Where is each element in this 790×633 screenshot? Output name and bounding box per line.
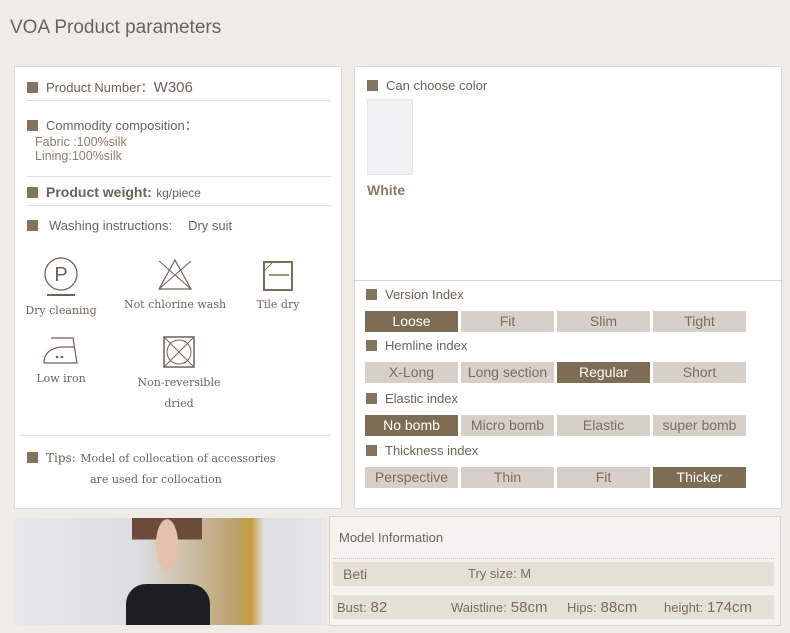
page-title: VOA Product parameters xyxy=(10,17,222,38)
index-option[interactable]: Micro bomb xyxy=(461,415,554,436)
care-item: Tile dry xyxy=(241,259,315,311)
bullet-icon xyxy=(366,445,377,456)
index-option[interactable]: X-Long xyxy=(365,362,458,383)
tile-dry-icon xyxy=(263,261,293,291)
no-chlorine-icon xyxy=(157,258,193,290)
care-item: Not chlorine wash xyxy=(115,257,235,311)
index-label: Thickness index xyxy=(366,443,478,458)
bullet-icon xyxy=(27,120,38,131)
model-measurements-row: Bust: 82 Waistline: 58cm Hips: 88cm heig… xyxy=(333,595,774,619)
bullet-icon xyxy=(366,393,377,404)
tips: Tips: Model of collocation of accessorie… xyxy=(27,449,276,486)
index-option[interactable]: Loose xyxy=(365,311,458,332)
index-label: Hemline index xyxy=(366,338,467,353)
dry-clean-p-icon: P xyxy=(44,257,78,296)
model-info-panel: Model Information Beti Try size: M Bust:… xyxy=(329,516,781,626)
index-label: Version Index xyxy=(366,287,464,302)
bullet-icon xyxy=(366,340,377,351)
index-option[interactable]: No bomb xyxy=(365,415,458,436)
index-option[interactable]: Fit xyxy=(461,311,554,332)
bullet-icon xyxy=(27,82,38,93)
bullet-icon xyxy=(27,187,38,198)
index-option[interactable]: Fit xyxy=(557,467,650,488)
care-item: P Dry cleaning xyxy=(17,257,105,317)
index-option[interactable]: Tight xyxy=(653,311,746,332)
no-tumble-dry-icon xyxy=(163,336,195,368)
index-option[interactable]: Elastic xyxy=(557,415,650,436)
parameters-panel: Product Number：W306 Commodity compositio… xyxy=(14,66,342,509)
weight-row: Product weight: kg/piece xyxy=(27,177,331,206)
washing-row: Washing instructions: Dry suit xyxy=(27,217,232,235)
bullet-icon xyxy=(27,452,38,463)
model-dress xyxy=(126,584,210,625)
divider xyxy=(20,435,331,436)
index-label: Elastic index xyxy=(366,391,458,406)
index-option[interactable]: Short xyxy=(653,362,746,383)
index-option[interactable]: Regular xyxy=(557,362,650,383)
composition-row: Commodity composition： Fabric :100%silk … xyxy=(27,101,331,177)
care-item: Low iron xyxy=(17,335,105,385)
index-option[interactable]: Thicker xyxy=(653,467,746,488)
bullet-icon xyxy=(27,220,38,231)
divider xyxy=(333,558,774,559)
index-option[interactable]: Slim xyxy=(557,311,650,332)
bullet-icon xyxy=(366,289,377,300)
divider xyxy=(355,280,781,281)
model-size-row: Beti Try size: M xyxy=(333,562,774,586)
svg-text:P: P xyxy=(54,264,67,286)
low-iron-icon xyxy=(43,337,78,364)
model-photo xyxy=(14,518,326,625)
index-option[interactable]: super bomb xyxy=(653,415,746,436)
index-option[interactable]: Long section xyxy=(461,362,554,383)
index-option[interactable]: Perspective xyxy=(365,467,458,488)
product-number-row: Product Number：W306 xyxy=(27,67,331,101)
color-swatch-white[interactable] xyxy=(367,99,413,175)
bullet-icon xyxy=(367,80,378,91)
color-label: Can choose color xyxy=(367,78,487,93)
care-item: Non-reversible dried xyxy=(119,335,239,410)
index-option[interactable]: Thin xyxy=(461,467,554,488)
